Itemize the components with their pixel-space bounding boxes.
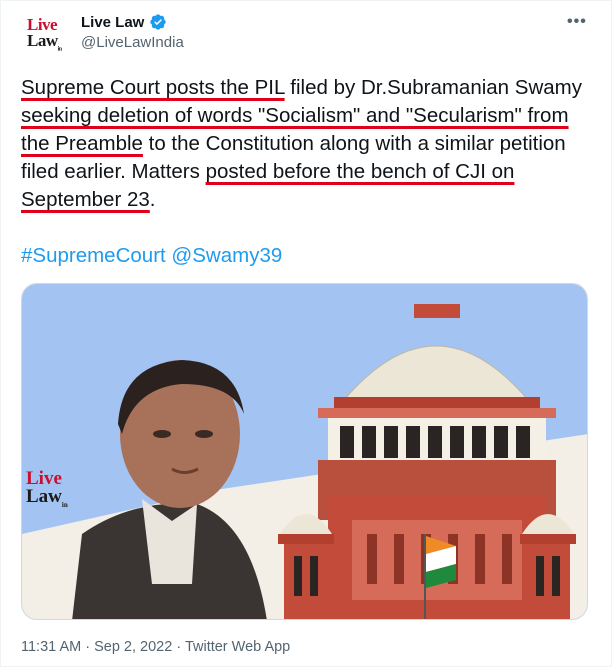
verified-badge-icon — [149, 13, 167, 31]
tweet-card: Live Lawin Live Law @LiveLawIndia ••• Su… — [0, 0, 612, 667]
text-segment: filed by Dr.Subramanian Swamy — [284, 76, 582, 99]
meta-separator: · — [81, 639, 95, 655]
tweet-links: #SupremeCourt @Swamy39 — [21, 242, 282, 270]
media-illustration — [22, 284, 587, 619]
more-options-icon[interactable]: ••• — [567, 13, 587, 31]
tweet-time[interactable]: 11:31 AM — [21, 639, 81, 655]
media-watermark-logo: Live Lawin — [26, 468, 68, 509]
source-app[interactable]: Twitter Web App — [185, 639, 290, 655]
avatar-logo-law: Lawin — [27, 31, 62, 53]
highlighted-phrase: Supreme Court posts the PIL — [21, 76, 285, 99]
tweet-text: Supreme Court posts the PIL filed by Dr.… — [21, 74, 596, 214]
text-segment: . — [149, 188, 156, 211]
tweet-date[interactable]: Sep 2, 2022 — [94, 639, 172, 655]
author-handle[interactable]: @LiveLawIndia — [81, 34, 184, 51]
mention-link[interactable]: @Swamy39 — [171, 244, 282, 267]
display-name[interactable]: Live Law — [81, 14, 144, 31]
tweet-metadata: 11:31 AM · Sep 2, 2022 · Twitter Web App — [21, 639, 290, 655]
author-name-row: Live Law — [81, 13, 167, 31]
hashtag-link[interactable]: #SupremeCourt — [21, 244, 166, 267]
meta-separator: · — [172, 639, 185, 655]
avatar[interactable]: Live Lawin — [21, 11, 69, 59]
tweet-media[interactable]: Live Lawin — [21, 283, 588, 620]
